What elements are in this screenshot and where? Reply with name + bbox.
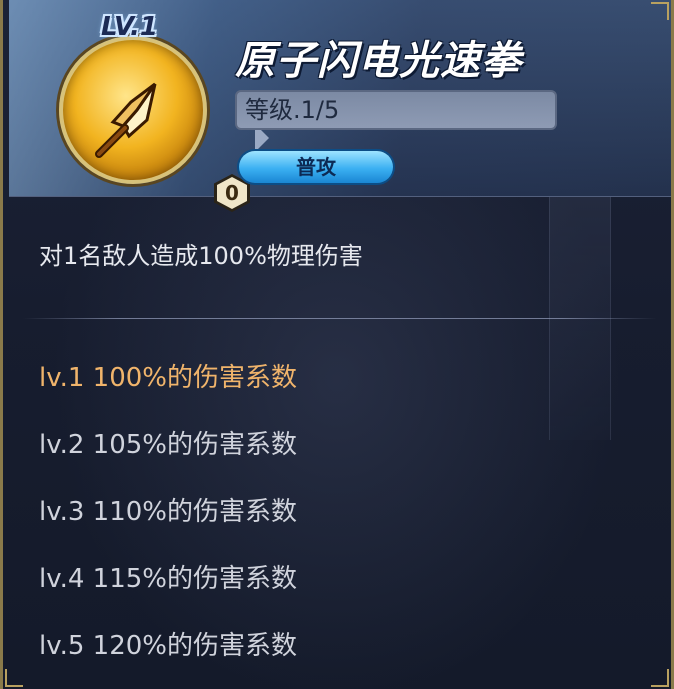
skill-level-field: 等级.1/5 — [235, 90, 557, 130]
frame-corner — [5, 669, 23, 687]
level-row-5: lv.5 120%的伤害系数 — [39, 631, 297, 661]
divider — [23, 318, 657, 319]
count-value: 0 — [217, 177, 247, 209]
skill-name: 原子闪电光速拳 — [235, 38, 522, 84]
skill-header: 0 LV.1 原子闪电光速拳 等级.1/5 普攻 — [9, 0, 671, 212]
level-badge: LV.1 — [101, 12, 159, 42]
skill-description: 对1名敌人造成100%物理伤害 — [39, 242, 363, 270]
skill-icon-disc — [59, 36, 207, 184]
skill-detail-panel: 0 LV.1 原子闪电光速拳 等级.1/5 普攻 对1名敌人造成100%物理伤害… — [0, 0, 674, 689]
level-row-1: lv.1 100%的伤害系数 — [39, 363, 297, 393]
skill-type-badge: 普攻 — [239, 151, 393, 183]
level-row-4: lv.4 115%的伤害系数 — [39, 564, 297, 594]
arrowhead-icon — [95, 82, 157, 158]
level-row-3: lv.3 110%的伤害系数 — [39, 497, 297, 527]
frame-corner — [651, 2, 669, 20]
level-row-2: lv.2 105%的伤害系数 — [39, 430, 297, 460]
skill-icon[interactable]: 0 — [59, 36, 269, 212]
level-list: lv.1 100%的伤害系数 lv.2 105%的伤害系数 lv.3 110%的… — [39, 360, 297, 689]
frame-corner — [651, 669, 669, 687]
